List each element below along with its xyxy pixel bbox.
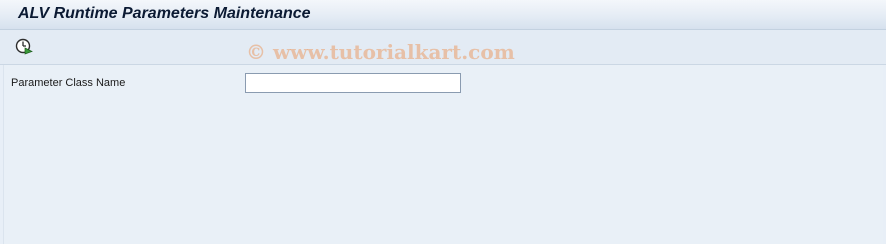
execute-clock-icon xyxy=(15,38,33,55)
page-title: ALV Runtime Parameters Maintenance xyxy=(18,5,311,22)
execute-button[interactable] xyxy=(14,37,34,55)
title-bar: ALV Runtime Parameters Maintenance xyxy=(0,0,886,30)
parameter-class-label: Parameter Class Name xyxy=(11,77,126,89)
parameter-class-input[interactable] xyxy=(245,73,461,93)
watermark: © www.tutorialkart.com xyxy=(246,40,515,64)
